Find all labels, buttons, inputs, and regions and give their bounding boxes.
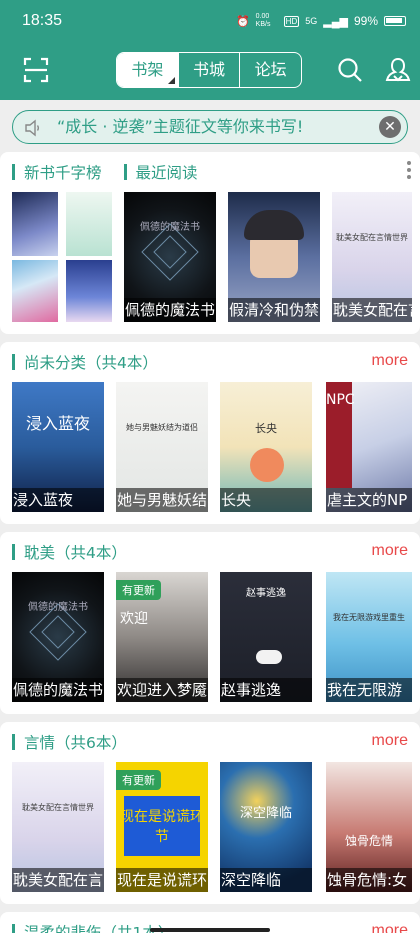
book-title: 欢迎进入梦魇 bbox=[116, 678, 208, 702]
book-title: 耽美女配在言 bbox=[332, 298, 412, 322]
section-title: 尚未分类（共4本） bbox=[24, 354, 158, 372]
book-cover[interactable]: 佩德的魔法书 佩德的魔法书 bbox=[124, 192, 216, 322]
book-title: 假清冷和伪禁 bbox=[228, 298, 320, 322]
tab-bookstore[interactable]: 书城 bbox=[177, 53, 240, 87]
book-title: 现在是说谎环 bbox=[116, 868, 208, 892]
book-cover[interactable]: 深空降临 深空降临 bbox=[220, 762, 312, 892]
book-title: 浸入蓝夜 bbox=[12, 488, 104, 512]
shelf-section-yanqing: 言情（共6本） more 耽美女配在言情世界 耽美女配在言 现在是说谎环节 有更… bbox=[0, 722, 420, 904]
book-title: 我在无限游 bbox=[326, 678, 412, 702]
book-cover[interactable]: 佩德的魔法书 佩德的魔法书 bbox=[12, 572, 104, 702]
more-link[interactable]: more bbox=[372, 542, 408, 560]
shelf-section-uncategorized: 尚未分类（共4本） more 浸入蓝夜 浸入蓝夜 她与男魅妖结为道侣 她与男魅妖… bbox=[0, 342, 420, 524]
tab-recent-reading[interactable]: 最近阅读 bbox=[136, 161, 198, 183]
announcement-text: “成长 · 逆袭”主题征文等你来书写! bbox=[57, 117, 304, 136]
book-cover[interactable]: 浸入蓝夜 浸入蓝夜 bbox=[12, 382, 104, 512]
book-cover[interactable]: 欢迎 有更新 欢迎进入梦魇 bbox=[116, 572, 208, 702]
book-cover[interactable]: 赵事逃逸 赵事逃逸 bbox=[220, 572, 312, 702]
recent-reading-card: 新书千字榜 最近阅读 佩德的魔法书 佩德的魔法书 假清冷和伪禁 耽美女配在言情世… bbox=[0, 152, 420, 334]
network-type: 5G bbox=[305, 16, 318, 26]
scan-icon[interactable] bbox=[22, 56, 50, 84]
tab-bookshelf[interactable]: 书架 bbox=[117, 53, 178, 87]
book-title: 耽美女配在言 bbox=[12, 868, 104, 892]
top-section-header: 新书千字榜 最近阅读 bbox=[12, 152, 198, 192]
battery-icon bbox=[384, 16, 406, 26]
status-time: 18:35 bbox=[22, 12, 63, 29]
book-cover[interactable]: 现在是说谎环节 有更新 现在是说谎环 bbox=[116, 762, 208, 892]
more-link[interactable]: more bbox=[372, 732, 408, 750]
book-cover[interactable]: 长央 长央 bbox=[220, 382, 312, 512]
book-title: 她与男魅妖结 bbox=[116, 488, 208, 512]
book-cover[interactable]: 耽美女配在言情世界 耽美女配在言 bbox=[12, 762, 104, 892]
tab-forum[interactable]: 论坛 bbox=[239, 53, 301, 87]
user-icon[interactable] bbox=[384, 56, 412, 84]
book-title: 蚀骨危情:女 bbox=[326, 868, 412, 892]
book-cover[interactable]: 假清冷和伪禁 bbox=[228, 192, 320, 322]
book-title: 虐主文的NP bbox=[326, 488, 412, 512]
hd-icon: HD bbox=[283, 15, 300, 27]
status-icons: ⏰ 0.00 KB/s HD 5G ▂▄▆ 99% bbox=[236, 13, 406, 29]
book-cover[interactable]: 她与男魅妖结为道侣 她与男魅妖结 bbox=[116, 382, 208, 512]
battery-level: 99% bbox=[353, 14, 378, 28]
book-title: 佩德的魔法书 bbox=[124, 298, 216, 322]
book-cover[interactable]: 我在无限游戏里重生 我在无限游 bbox=[326, 572, 412, 702]
book-collage[interactable] bbox=[12, 192, 112, 322]
book-title: 深空降临 bbox=[220, 868, 312, 892]
search-icon[interactable] bbox=[336, 56, 364, 84]
status-bar: 18:35 ⏰ 0.00 KB/s HD 5G ▂▄▆ 99% bbox=[0, 0, 420, 44]
book-cover[interactable]: 耽美女配在言情世界 耽美女配在言 bbox=[332, 192, 412, 322]
main-tabs: 书架 书城 论坛 bbox=[116, 52, 302, 88]
shelf-section-danmei: 耽美（共4本） more 佩德的魔法书 佩德的魔法书 欢迎 有更新 欢迎进入梦魇… bbox=[0, 532, 420, 714]
top-header: 书架 书城 论坛 bbox=[0, 44, 420, 100]
more-options-icon[interactable] bbox=[406, 161, 412, 181]
tab-corner-indicator bbox=[167, 77, 175, 84]
tab-new-book-ranking[interactable]: 新书千字榜 bbox=[24, 161, 102, 183]
signal-icon: ▂▄▆ bbox=[323, 15, 348, 28]
announcement-banner[interactable]: “成长 · 逆袭”主题征文等你来书写! ✕ bbox=[12, 110, 408, 144]
alarm-icon: ⏰ bbox=[235, 15, 250, 28]
book-title: 赵事逃逸 bbox=[220, 678, 312, 702]
book-cover[interactable]: 蚀骨危情 蚀骨危情:女 bbox=[326, 762, 412, 892]
book-title: 长央 bbox=[220, 488, 312, 512]
section-title: 耽美（共4本） bbox=[24, 544, 127, 562]
speaker-icon bbox=[25, 119, 39, 137]
home-indicator[interactable] bbox=[150, 928, 270, 932]
more-link[interactable]: more bbox=[372, 352, 408, 370]
section-title: 言情（共6本） bbox=[24, 734, 127, 752]
more-link[interactable]: more bbox=[372, 922, 408, 933]
book-title: 佩德的魔法书 bbox=[12, 678, 104, 702]
network-speed: 0.00 KB/s bbox=[255, 13, 271, 28]
updated-badge: 有更新 bbox=[116, 580, 161, 600]
book-cover[interactable]: NPC 虐主文的NP bbox=[326, 382, 412, 512]
close-icon[interactable]: ✕ bbox=[379, 116, 401, 138]
updated-badge: 有更新 bbox=[116, 770, 161, 790]
